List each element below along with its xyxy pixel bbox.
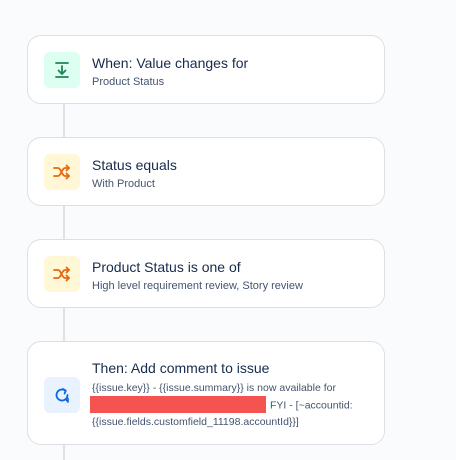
step-subtitle: With Product <box>92 178 155 190</box>
step-title: Then: Add comment to issue <box>92 360 270 376</box>
connector-line <box>63 308 65 342</box>
comment-line: {{issue.key}} - {{issue.summary}} is now… <box>92 382 336 394</box>
refresh-comment-icon <box>53 386 71 404</box>
download-arrow-icon <box>54 61 70 79</box>
action-icon-box <box>44 377 80 413</box>
step-subtitle: Product Status <box>92 76 165 88</box>
connector-line <box>63 104 65 138</box>
condition-icon-box <box>44 256 80 292</box>
condition-icon-box <box>44 154 80 190</box>
connector-line <box>63 445 65 460</box>
step-title: Status equals <box>92 157 177 173</box>
comment-line-text: FYI - [~accountid: <box>270 398 353 411</box>
rule-step-condition[interactable]: Product Status is one of High level requ… <box>27 239 385 308</box>
branch-shuffle-icon <box>53 266 71 282</box>
comment-line: FYI - [~accountid: <box>90 395 376 414</box>
trigger-icon-box <box>44 52 80 88</box>
connector-line <box>63 206 65 240</box>
comment-line: {{issue.fields.customfield_11198.account… <box>92 415 299 428</box>
rule-step-action[interactable]: Then: Add comment to issue {{issue.key}}… <box>27 341 385 445</box>
redaction-mark <box>90 395 266 413</box>
step-title: Product Status is one of <box>92 259 241 275</box>
comment-text: {{issue.key}} - {{issue.summary}} is now… <box>90 380 376 430</box>
rule-step-trigger[interactable]: When: Value changes for Product Status <box>27 35 385 104</box>
rule-step-condition[interactable]: Status equals With Product <box>27 137 385 206</box>
step-title: When: Value changes for <box>92 55 249 71</box>
branch-shuffle-icon <box>53 164 71 180</box>
step-subtitle: High level requirement review, Story rev… <box>92 280 303 292</box>
